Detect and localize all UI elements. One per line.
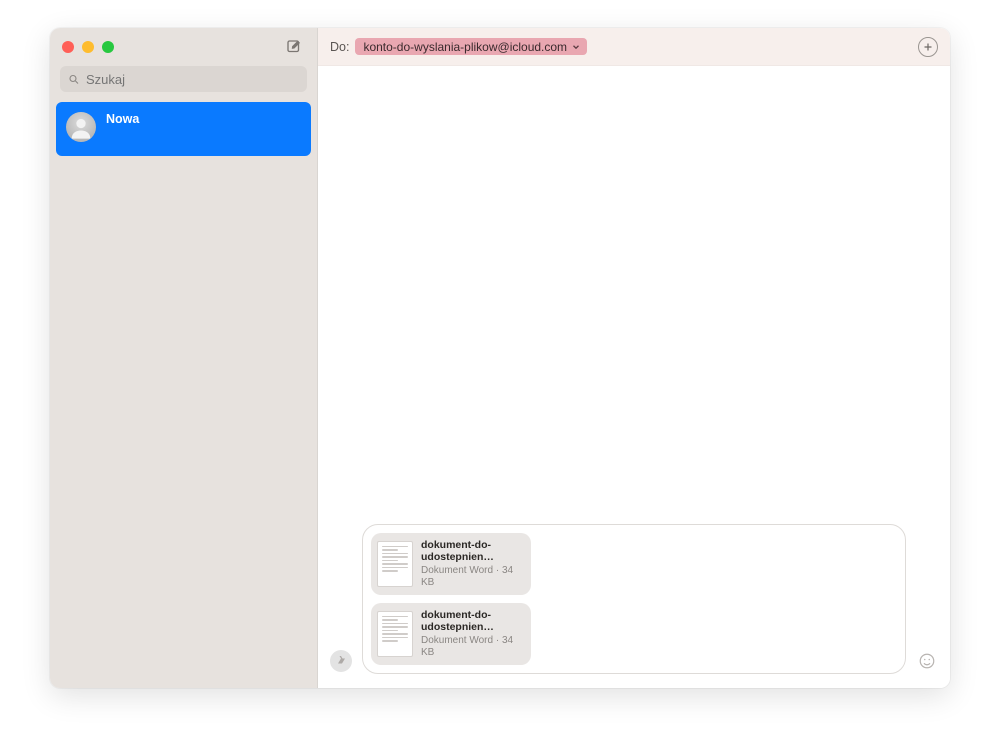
attachment-name: dokument-do-udostepnien… [421, 539, 521, 563]
minimize-window-button[interactable] [82, 41, 94, 53]
chevron-down-icon [571, 42, 581, 52]
emoji-button[interactable] [916, 650, 938, 672]
main-pane: Do: konto-do-wyslania-plikow@icloud.com [318, 28, 950, 688]
zoom-window-button[interactable] [102, 41, 114, 53]
attachment-item[interactable]: dokument-do-udostepnien… Dokument Word ·… [371, 603, 531, 665]
titlebar [50, 28, 317, 66]
compose-button[interactable] [283, 36, 305, 58]
add-recipient-button[interactable] [918, 37, 938, 57]
window-controls [62, 41, 114, 53]
attachment-item[interactable]: dokument-do-udostepnien… Dokument Word ·… [371, 533, 531, 595]
messages-window: Nowa Do: konto-do-wyslania-plikow@icloud… [50, 28, 950, 688]
attachment-name: dokument-do-udostepnien… [421, 609, 521, 633]
recipient-address: konto-do-wyslania-plikow@icloud.com [363, 40, 567, 54]
conversation-item[interactable]: Nowa [56, 102, 311, 156]
message-composer[interactable]: dokument-do-udostepnien… Dokument Word ·… [362, 524, 906, 674]
avatar [66, 112, 96, 142]
appstore-icon [335, 655, 347, 667]
attachment-text: dokument-do-udostepnien… Dokument Word ·… [421, 539, 521, 589]
search-input[interactable] [86, 72, 299, 87]
search-icon [68, 73, 80, 86]
attachment-meta: Dokument Word · 34 KB [421, 565, 521, 589]
recipient-chip[interactable]: konto-do-wyslania-plikow@icloud.com [355, 38, 587, 55]
search-wrap [50, 66, 317, 102]
plus-icon [922, 41, 934, 53]
message-thread [318, 66, 950, 524]
document-icon [377, 541, 413, 587]
close-window-button[interactable] [62, 41, 74, 53]
attachment-meta: Dokument Word · 34 KB [421, 635, 521, 659]
conversation-list: Nowa [50, 102, 317, 688]
composer-row: dokument-do-udostepnien… Dokument Word ·… [318, 524, 950, 688]
apps-button[interactable] [330, 650, 352, 672]
conversation-title: Nowa [106, 112, 139, 126]
sidebar: Nowa [50, 28, 318, 688]
document-icon [377, 611, 413, 657]
attachment-text: dokument-do-udostepnien… Dokument Word ·… [421, 609, 521, 659]
to-label: Do: [330, 40, 349, 54]
smile-icon [918, 652, 936, 670]
to-bar: Do: konto-do-wyslania-plikow@icloud.com [318, 28, 950, 66]
search-field[interactable] [60, 66, 307, 92]
